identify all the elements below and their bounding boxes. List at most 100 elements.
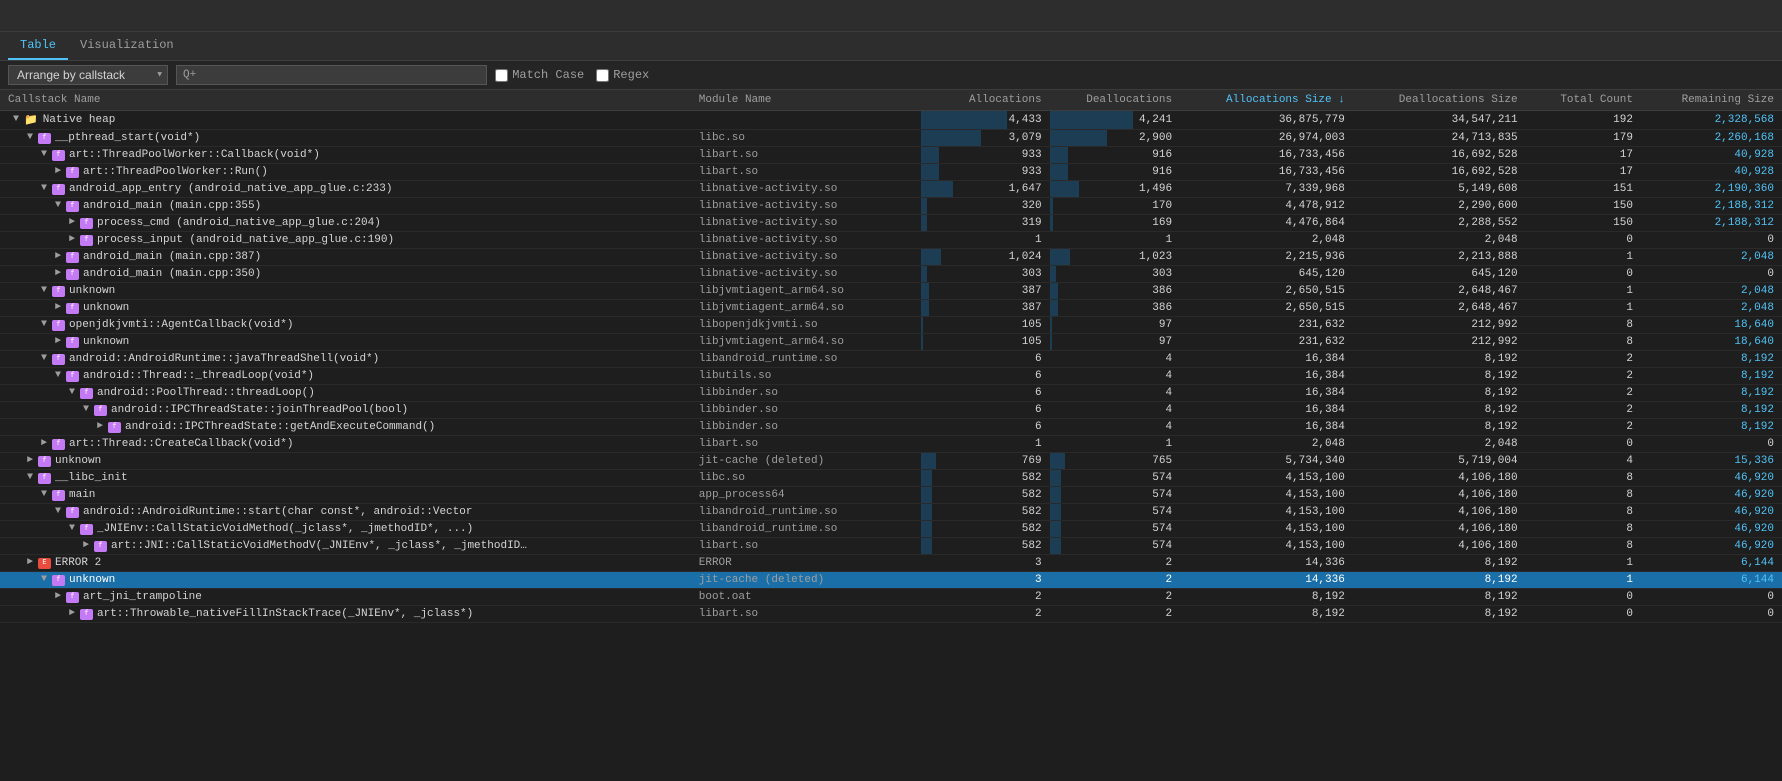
expand-button[interactable]: ▼ [24, 472, 36, 484]
expand-button[interactable]: ► [94, 421, 106, 433]
search-input[interactable] [200, 68, 480, 82]
arrange-select[interactable]: Arrange by callstack [8, 65, 168, 85]
col-remaining-size[interactable]: Remaining Size [1641, 90, 1782, 111]
table-row[interactable]: ▼ f android::AndroidRuntime::javaThreadS… [0, 351, 1782, 368]
col-alloc-size[interactable]: Allocations Size ↓ [1180, 90, 1353, 111]
regex-label[interactable]: Regex [596, 68, 649, 82]
expand-button[interactable]: ▼ [38, 574, 50, 586]
callstack-name: android_main (main.cpp:355) [83, 200, 261, 212]
callstack-name: art::JNI::CallStaticVoidMethodV(_JNIEnv*… [111, 540, 531, 552]
expand-button[interactable]: ► [80, 540, 92, 552]
alloc-cell: 582 [921, 487, 1049, 504]
table-row[interactable]: ► f unknown libjvmtiagent_arm64.so 105 9… [0, 334, 1782, 351]
expand-button[interactable]: ▼ [66, 387, 78, 399]
tab-table[interactable]: Table [8, 32, 68, 60]
expand-button[interactable]: ▼ [38, 149, 50, 161]
dealloc-size-cell: 2,648,467 [1353, 300, 1526, 317]
table-row[interactable]: ► f android_main (main.cpp:387) libnativ… [0, 249, 1782, 266]
func-icon: f [80, 524, 93, 535]
tab-visualization[interactable]: Visualization [68, 32, 186, 60]
match-case-checkbox[interactable] [495, 69, 508, 82]
col-callstack[interactable]: Callstack Name [0, 90, 691, 111]
func-icon: f [52, 286, 65, 297]
table-row[interactable]: ▼ f main app_process64 582 574 4,153,100… [0, 487, 1782, 504]
expand-button[interactable]: ▼ [52, 370, 64, 382]
table-row[interactable]: ▼ f android_app_entry (android_native_ap… [0, 181, 1782, 198]
expand-button[interactable]: ▼ [24, 132, 36, 144]
table-row[interactable]: ▼ f android::Thread::_threadLoop(void*) … [0, 368, 1782, 385]
expand-button[interactable]: ▼ [66, 523, 78, 535]
expand-button[interactable]: ► [38, 438, 50, 450]
table-row[interactable]: ▼ f android::PoolThread::threadLoop() li… [0, 385, 1782, 402]
table-row[interactable]: ► f art::Throwable_nativeFillInStackTrac… [0, 606, 1782, 623]
table-row[interactable]: ▼ f __libc_init libc.so 582 574 4,153,10… [0, 470, 1782, 487]
callstack-name: android::Thread::_threadLoop(void*) [83, 370, 314, 382]
expand-button[interactable]: ► [52, 336, 64, 348]
expand-button[interactable]: ▼ [52, 506, 64, 518]
table-row[interactable]: ▼ f android::AndroidRuntime::start(char … [0, 504, 1782, 521]
callstack-name: android::AndroidRuntime::javaThreadShell… [69, 353, 379, 365]
table-row[interactable]: ► f art_jni_trampoline boot.oat 2 2 8,19… [0, 589, 1782, 606]
expand-button[interactable]: ► [52, 166, 64, 178]
col-allocations[interactable]: Allocations [921, 90, 1049, 111]
table-row[interactable]: ► f process_cmd (android_native_app_glue… [0, 215, 1782, 232]
expand-button[interactable]: ▼ [38, 353, 50, 365]
match-case-label[interactable]: Match Case [495, 68, 584, 82]
dealloc-cell: 386 [1050, 283, 1180, 300]
total-count-cell: 1 [1526, 283, 1641, 300]
col-total-count[interactable]: Total Count [1526, 90, 1641, 111]
table-row[interactable]: ► f art::ThreadPoolWorker::Run() libart.… [0, 164, 1782, 181]
table-row[interactable]: ▼ f __pthread_start(void*) libc.so 3,079… [0, 130, 1782, 147]
expand-button[interactable]: ▼ [80, 404, 92, 416]
expand-button[interactable]: ► [24, 455, 36, 467]
expand-button[interactable]: ▼ [38, 183, 50, 195]
table-row[interactable]: ► E ERROR 2 ERROR 3 2 14,336 8,192 1 6,1… [0, 555, 1782, 572]
expand-button[interactable]: ► [52, 591, 64, 603]
col-dealloc-size[interactable]: Deallocations Size [1353, 90, 1526, 111]
table-row[interactable]: ▼ f _JNIEnv::CallStaticVoidMethod(_jclas… [0, 521, 1782, 538]
expand-button[interactable]: ► [66, 217, 78, 229]
table-row[interactable]: ▼ f art::ThreadPoolWorker::Callback(void… [0, 147, 1782, 164]
table-row[interactable]: ▼ 📁 Native heap 4,433 4,241 36,875,779 3… [0, 111, 1782, 130]
table-row[interactable]: ► f android::IPCThreadState::getAndExecu… [0, 419, 1782, 436]
table-row[interactable]: ▼ f openjdkjvmti::AgentCallback(void*) l… [0, 317, 1782, 334]
callstack-cell: ▼ f android::IPCThreadState::joinThreadP… [0, 402, 691, 419]
alloc-size-cell: 8,192 [1180, 589, 1353, 606]
expand-button[interactable]: ▼ [38, 285, 50, 297]
dealloc-size-cell: 645,120 [1353, 266, 1526, 283]
col-module[interactable]: Module Name [691, 90, 922, 111]
expand-button[interactable]: ▼ [38, 489, 50, 501]
remaining-size-cell: 2,188,312 [1641, 198, 1782, 215]
table-row[interactable]: ▼ f android_main (main.cpp:355) libnativ… [0, 198, 1782, 215]
expand-button[interactable]: ► [52, 251, 64, 263]
expand-button[interactable]: ► [66, 608, 78, 620]
table-row[interactable]: ► f process_input (android_native_app_gl… [0, 232, 1782, 249]
expand-button[interactable]: ► [66, 234, 78, 246]
table-row[interactable]: ► f unknown libjvmtiagent_arm64.so 387 3… [0, 300, 1782, 317]
alloc-size-cell: 16,384 [1180, 419, 1353, 436]
remaining-size-cell: 40,928 [1641, 164, 1782, 181]
table-row[interactable]: ► f android_main (main.cpp:350) libnativ… [0, 266, 1782, 283]
callstack-cell: ▼ f android::AndroidRuntime::start(char … [0, 504, 691, 521]
table-row[interactable]: ► f unknown jit-cache (deleted) 769 765 … [0, 453, 1782, 470]
expand-button[interactable]: ▼ [10, 114, 22, 126]
alloc-size-cell: 16,384 [1180, 385, 1353, 402]
module-cell: libnative-activity.so [691, 198, 922, 215]
expand-button[interactable]: ▼ [38, 319, 50, 331]
table-row[interactable]: ► f art::Thread::CreateCallback(void*) l… [0, 436, 1782, 453]
alloc-cell: 769 [921, 453, 1049, 470]
col-deallocations[interactable]: Deallocations [1050, 90, 1180, 111]
table-row[interactable]: ► f art::JNI::CallStaticVoidMethodV(_JNI… [0, 538, 1782, 555]
callstack-cell: ▼ f android::AndroidRuntime::javaThreadS… [0, 351, 691, 368]
expand-button[interactable]: ► [24, 557, 36, 569]
alloc-cell: 4,433 [921, 111, 1049, 130]
module-cell: ERROR [691, 555, 922, 572]
table-row[interactable]: ▼ f unknown jit-cache (deleted) 3 2 14,3… [0, 572, 1782, 589]
expand-button[interactable]: ► [52, 302, 64, 314]
expand-button[interactable]: ► [52, 268, 64, 280]
table-row[interactable]: ▼ f unknown libjvmtiagent_arm64.so 387 3… [0, 283, 1782, 300]
expand-button[interactable]: ▼ [52, 200, 64, 212]
alloc-cell: 6 [921, 368, 1049, 385]
regex-checkbox[interactable] [596, 69, 609, 82]
table-row[interactable]: ▼ f android::IPCThreadState::joinThreadP… [0, 402, 1782, 419]
